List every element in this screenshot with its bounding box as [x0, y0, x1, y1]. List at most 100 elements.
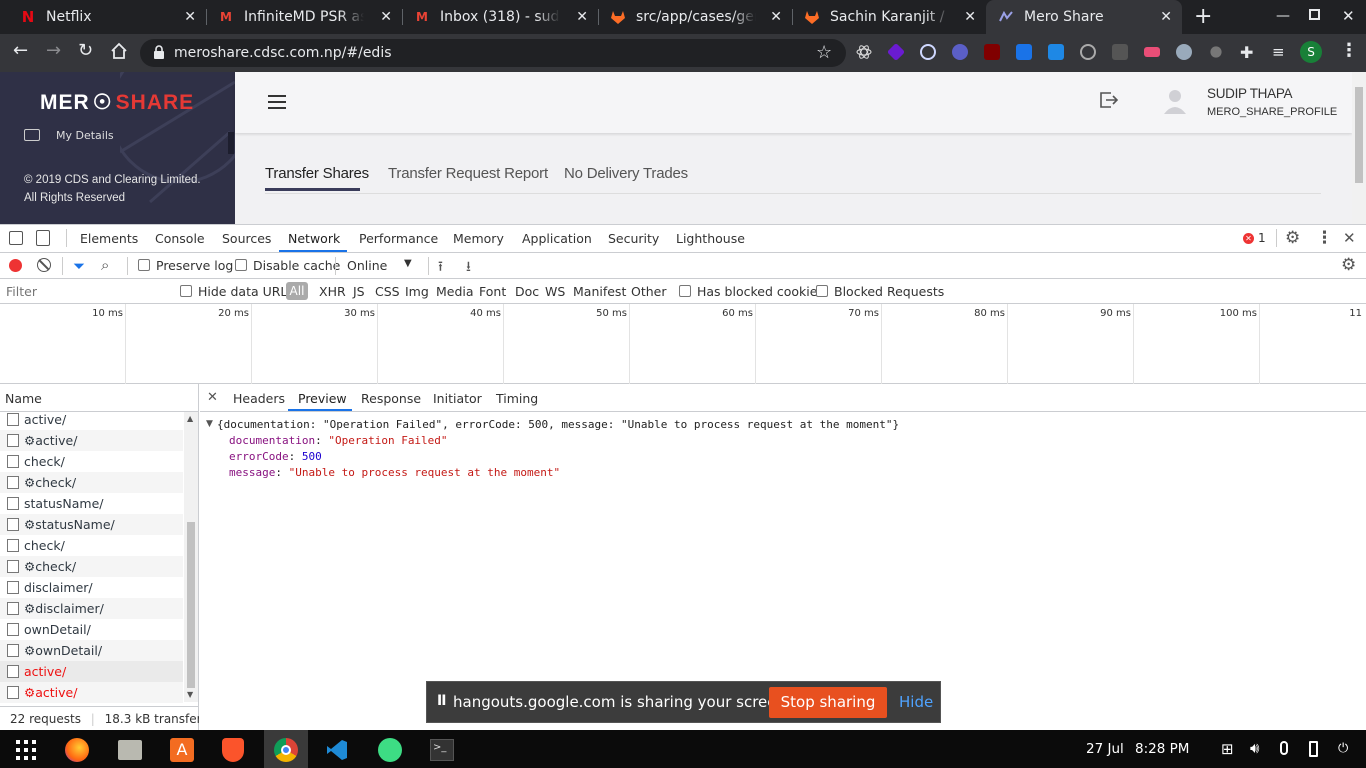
- request-row[interactable]: check/: [0, 535, 183, 556]
- chrome-taskbar-active[interactable]: [264, 730, 308, 768]
- sidebar-item-my-details[interactable]: My Details: [56, 129, 114, 142]
- request-row-checkbox[interactable]: [7, 518, 19, 531]
- devtools-settings-icon[interactable]: ⚙: [1285, 228, 1300, 248]
- filter-type-manifest[interactable]: Manifest: [573, 284, 626, 299]
- export-har-icon[interactable]: ⭳: [466, 256, 471, 280]
- volume-icon[interactable]: 🔊︎: [1250, 739, 1259, 757]
- address-bar[interactable]: meroshare.cdsc.com.np/#/edis ☆: [140, 39, 846, 67]
- close-tab-icon[interactable]: ✕: [1160, 9, 1172, 25]
- close-detail-icon[interactable]: ✕: [207, 390, 218, 405]
- filter-type-doc[interactable]: Doc: [515, 284, 539, 299]
- extension-swirl-icon[interactable]: [1176, 44, 1192, 60]
- name-column-header[interactable]: Name: [0, 384, 199, 412]
- request-row-checkbox[interactable]: [7, 497, 19, 510]
- detail-tab-response[interactable]: Response: [361, 391, 421, 406]
- blocked-requests-label[interactable]: Blocked Requests: [834, 284, 944, 299]
- filter-type-js[interactable]: JS: [353, 284, 365, 299]
- hide-data-urls-label[interactable]: Hide data URLs: [198, 284, 294, 299]
- app-grid-icon[interactable]: [16, 740, 36, 760]
- extension-f-icon[interactable]: [1016, 44, 1032, 60]
- video-extension-icon[interactable]: [1144, 47, 1160, 57]
- record-icon[interactable]: [9, 259, 22, 272]
- clear-icon[interactable]: [37, 258, 51, 272]
- throttling-select[interactable]: Online: [347, 258, 387, 273]
- filter-type-img[interactable]: Img: [405, 284, 429, 299]
- request-row-checkbox[interactable]: [7, 434, 19, 447]
- request-row-checkbox[interactable]: [7, 623, 19, 636]
- has-blocked-cookies-label[interactable]: Has blocked cookies: [697, 284, 824, 299]
- request-row-checkbox[interactable]: [7, 644, 19, 657]
- devtools-tab-security[interactable]: Security: [608, 231, 659, 246]
- sidebar-scrollbar[interactable]: [228, 132, 234, 154]
- user-avatar-icon[interactable]: [1163, 88, 1187, 118]
- network-icon[interactable]: ⊞: [1221, 740, 1234, 758]
- request-row-checkbox[interactable]: [7, 686, 19, 699]
- url-text[interactable]: meroshare.cdsc.com.np/#/edis: [174, 45, 392, 61]
- extensions-puzzle-icon[interactable]: ✚: [1240, 43, 1253, 62]
- request-row-checkbox[interactable]: [7, 413, 19, 426]
- browser-tab-inbox[interactable]: M Inbox (318) - sudep ✕: [402, 0, 598, 34]
- filter-type-ws[interactable]: WS: [545, 284, 565, 299]
- devtools-tab-console[interactable]: Console: [155, 231, 205, 246]
- profile-avatar[interactable]: S: [1300, 41, 1322, 63]
- close-tab-icon[interactable]: ✕: [184, 9, 196, 25]
- react-devtools-icon[interactable]: [856, 44, 872, 60]
- close-window-icon[interactable]: ✕: [1342, 7, 1355, 25]
- network-settings-icon[interactable]: ⚙: [1341, 255, 1356, 275]
- request-row-checkbox[interactable]: [7, 581, 19, 594]
- request-name[interactable]: check/: [24, 538, 65, 553]
- devtools-tab-network[interactable]: Network: [288, 231, 340, 246]
- request-name[interactable]: active/: [35, 433, 77, 448]
- tab-no-delivery-trades[interactable]: No Delivery Trades: [564, 165, 688, 182]
- devtools-menu-icon[interactable]: ⋮: [1316, 228, 1333, 248]
- forward-icon[interactable]: →: [46, 42, 61, 60]
- browser-tab-meroshare[interactable]: Mero Share ✕: [986, 0, 1182, 34]
- request-row[interactable]: check/: [0, 451, 183, 472]
- back-icon[interactable]: ←: [13, 42, 28, 60]
- extension-c-icon[interactable]: [1112, 44, 1128, 60]
- hide-data-urls-checkbox[interactable]: [180, 285, 192, 297]
- request-row[interactable]: ⚙ active/: [0, 682, 183, 703]
- tab-transfer-shares[interactable]: Transfer Shares: [265, 165, 369, 182]
- filter-type-other[interactable]: Other: [631, 284, 667, 299]
- extension-ghost-icon[interactable]: [1210, 46, 1222, 58]
- disable-cache-checkbox[interactable]: [235, 259, 247, 271]
- preview-field-message[interactable]: message: "Unable to process request at t…: [229, 466, 560, 479]
- request-row-checkbox[interactable]: [7, 455, 19, 468]
- files-icon[interactable]: [118, 740, 142, 760]
- meroshare-logo[interactable]: MER ☉ SHARE: [40, 90, 194, 115]
- calendar-extension-icon[interactable]: [1048, 44, 1064, 60]
- request-name[interactable]: statusName/: [24, 496, 104, 511]
- page-scrollbar[interactable]: [1352, 72, 1366, 224]
- hamburger-menu-icon[interactable]: [268, 95, 286, 109]
- has-blocked-cookies-checkbox[interactable]: [679, 285, 691, 297]
- lock-icon[interactable]: [153, 45, 165, 63]
- devtools-tab-memory[interactable]: Memory: [453, 231, 504, 246]
- filter-type-font[interactable]: Font: [479, 284, 506, 299]
- reload-icon[interactable]: ↻: [78, 42, 93, 60]
- detail-tab-preview[interactable]: Preview: [298, 391, 347, 406]
- firefox-icon[interactable]: [65, 738, 89, 762]
- brave-icon[interactable]: [222, 738, 244, 762]
- request-name[interactable]: active/: [35, 685, 77, 700]
- request-name[interactable]: disclaimer/: [35, 601, 104, 616]
- detail-tab-initiator[interactable]: Initiator: [433, 391, 482, 406]
- devtools-tab-elements[interactable]: Elements: [80, 231, 138, 246]
- filter-icon[interactable]: ⏷: [73, 257, 85, 275]
- browser-tab-gitlab-src[interactable]: src/app/cases/gen ✕: [598, 0, 792, 34]
- request-name[interactable]: disclaimer/: [24, 580, 93, 595]
- request-row[interactable]: active/: [0, 661, 183, 682]
- extension-circle-icon[interactable]: [920, 44, 936, 60]
- request-name[interactable]: check/: [24, 454, 65, 469]
- request-name[interactable]: statusName/: [35, 517, 115, 532]
- filter-type-media[interactable]: Media: [436, 284, 474, 299]
- request-row[interactable]: ⚙ check/: [0, 472, 183, 493]
- detail-tab-headers[interactable]: Headers: [233, 391, 285, 406]
- request-row-checkbox[interactable]: [7, 560, 19, 573]
- request-name[interactable]: active/: [24, 664, 66, 679]
- browser-tab-infinitemd[interactable]: M InfiniteMD PSR as d ✕: [206, 0, 402, 34]
- search-icon[interactable]: ⌕: [101, 256, 109, 274]
- devtools-tab-sources[interactable]: Sources: [222, 231, 271, 246]
- restore-window-icon[interactable]: [1309, 9, 1320, 20]
- close-devtools-icon[interactable]: ✕: [1343, 229, 1356, 247]
